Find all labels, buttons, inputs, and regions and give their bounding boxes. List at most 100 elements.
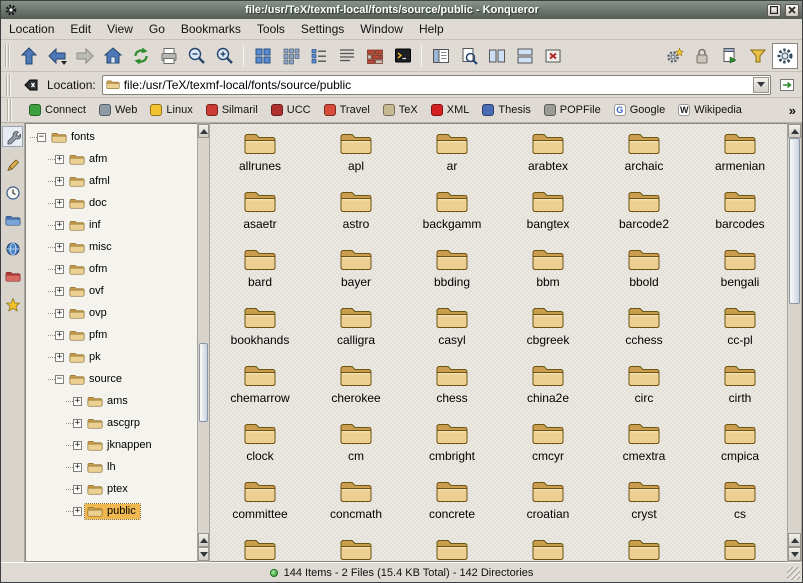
menu-item[interactable]: Window — [360, 22, 403, 36]
folder-item[interactable]: cm — [308, 420, 404, 478]
back-button[interactable] — [43, 42, 70, 69]
location-go-button[interactable] — [777, 75, 797, 95]
folder-item[interactable]: bbding — [404, 246, 500, 304]
filter-button[interactable] — [744, 42, 771, 69]
tree-expander[interactable]: + — [73, 485, 82, 494]
tree-expander[interactable]: + — [73, 397, 82, 406]
folder-item[interactable]: astro — [308, 188, 404, 246]
folder-item[interactable]: bookhands — [212, 304, 308, 362]
reload-button[interactable] — [127, 42, 154, 69]
folder-item[interactable]: bard — [212, 246, 308, 304]
tree-item[interactable]: + pk — [26, 346, 197, 368]
bookmark-item[interactable]: Connect — [29, 104, 86, 116]
close-view-button[interactable] — [539, 42, 566, 69]
tree-item[interactable]: − fonts — [26, 126, 197, 148]
bookmarks-toolbar-handle[interactable] — [7, 99, 12, 121]
folder-item[interactable]: croatian — [500, 478, 596, 536]
folder-item[interactable] — [308, 536, 404, 562]
tree-expander[interactable]: + — [55, 221, 64, 230]
folder-item[interactable]: barcode2 — [596, 188, 692, 246]
bookmark-item[interactable]: Web — [99, 104, 137, 116]
folder-item[interactable]: armenian — [692, 130, 787, 188]
sidebar-tab-history[interactable] — [2, 182, 23, 203]
forward-button[interactable] — [71, 42, 98, 69]
tree-item[interactable]: − source — [26, 368, 197, 390]
menu-item[interactable]: Go — [149, 22, 165, 36]
bookmark-item[interactable]: Linux — [150, 104, 192, 116]
tree-item[interactable]: + ascgrp — [26, 412, 197, 434]
location-toolbar-handle[interactable] — [6, 74, 11, 96]
tree-expander[interactable]: − — [37, 133, 46, 142]
folder-item[interactable]: apl — [308, 130, 404, 188]
folder-item[interactable]: archaic — [596, 130, 692, 188]
main-scroll-down-button[interactable] — [788, 547, 801, 561]
maximize-button[interactable] — [767, 4, 781, 17]
main-scroll-track[interactable] — [788, 138, 801, 533]
folder-item[interactable]: bangtex — [500, 188, 596, 246]
tree-item[interactable]: + ovp — [26, 302, 197, 324]
tree-item[interactable]: + ams — [26, 390, 197, 412]
folder-item[interactable]: cherokee — [308, 362, 404, 420]
tree-item[interactable]: + misc — [26, 236, 197, 258]
tree-item[interactable]: + lh — [26, 456, 197, 478]
sidebar-tab-network[interactable] — [2, 238, 23, 259]
folder-item[interactable]: bengali — [692, 246, 787, 304]
folder-item[interactable]: cmcyr — [500, 420, 596, 478]
bookmark-item[interactable]: Travel — [324, 104, 370, 116]
print-button[interactable] — [155, 42, 182, 69]
home-button[interactable] — [99, 42, 126, 69]
tree-item[interactable]: + jknappen — [26, 434, 197, 456]
folder-item[interactable] — [500, 536, 596, 562]
tree-scroll-up-button[interactable] — [198, 124, 209, 138]
zoom-in-button[interactable] — [211, 42, 238, 69]
menu-item[interactable]: Bookmarks — [181, 22, 241, 36]
tree-item[interactable]: + doc — [26, 192, 197, 214]
folder-item[interactable]: cbgreek — [500, 304, 596, 362]
folder-item[interactable]: allrunes — [212, 130, 308, 188]
tree-expander[interactable]: + — [55, 155, 64, 164]
resize-grip[interactable] — [787, 567, 800, 580]
detailed-list-view-button[interactable] — [305, 42, 332, 69]
bookmark-item[interactable]: G Google — [614, 104, 665, 116]
sidebar-tab-home[interactable] — [2, 210, 23, 231]
folder-item[interactable]: concrete — [404, 478, 500, 536]
location-input[interactable]: file:/usr/TeX/texmf-local/fonts/source/p… — [102, 75, 771, 95]
menu-item[interactable]: Tools — [257, 22, 285, 36]
folder-item[interactable]: concmath — [308, 478, 404, 536]
folder-item[interactable]: cirth — [692, 362, 787, 420]
folder-item[interactable]: cs — [692, 478, 787, 536]
folder-item[interactable]: cc-pl — [692, 304, 787, 362]
tree-expander[interactable]: + — [55, 199, 64, 208]
tree-item[interactable]: + ptex — [26, 478, 197, 500]
folder-item[interactable]: committee — [212, 478, 308, 536]
split-view-left-right-button[interactable] — [483, 42, 510, 69]
zoom-out-button[interactable] — [183, 42, 210, 69]
folder-item[interactable]: bbold — [596, 246, 692, 304]
folder-item[interactable] — [404, 536, 500, 562]
tree-expander[interactable]: + — [73, 419, 82, 428]
menu-item[interactable]: View — [107, 22, 133, 36]
tree-scroll-thumb[interactable] — [199, 343, 208, 422]
split-view-top-bottom-button[interactable] — [511, 42, 538, 69]
folder-item[interactable]: cchess — [596, 304, 692, 362]
bookmark-item[interactable]: UCC — [271, 104, 311, 116]
folder-item[interactable]: casyl — [404, 304, 500, 362]
main-scroll-up-button[interactable] — [788, 124, 801, 138]
tree-item[interactable]: + inf — [26, 214, 197, 236]
bookmark-item[interactable]: POPFile — [544, 104, 601, 116]
menu-item[interactable]: Settings — [301, 22, 344, 36]
bricks-view-button[interactable] — [361, 42, 388, 69]
multicolumn-view-button[interactable] — [277, 42, 304, 69]
tree-expander[interactable]: + — [73, 507, 82, 516]
toolbar-handle[interactable] — [5, 45, 10, 67]
tree-item[interactable]: + afm — [26, 148, 197, 170]
folder-item[interactable] — [596, 536, 692, 562]
folder-item[interactable]: china2e — [500, 362, 596, 420]
main-scroll-up2-button[interactable] — [788, 533, 801, 547]
tree-expander[interactable]: − — [55, 375, 64, 384]
folder-item[interactable]: bayer — [308, 246, 404, 304]
main-scroll-thumb[interactable] — [789, 138, 800, 304]
tree-scroll-track[interactable] — [198, 138, 209, 533]
location-dropdown-button[interactable] — [753, 77, 769, 93]
tree-item[interactable]: + pfm — [26, 324, 197, 346]
